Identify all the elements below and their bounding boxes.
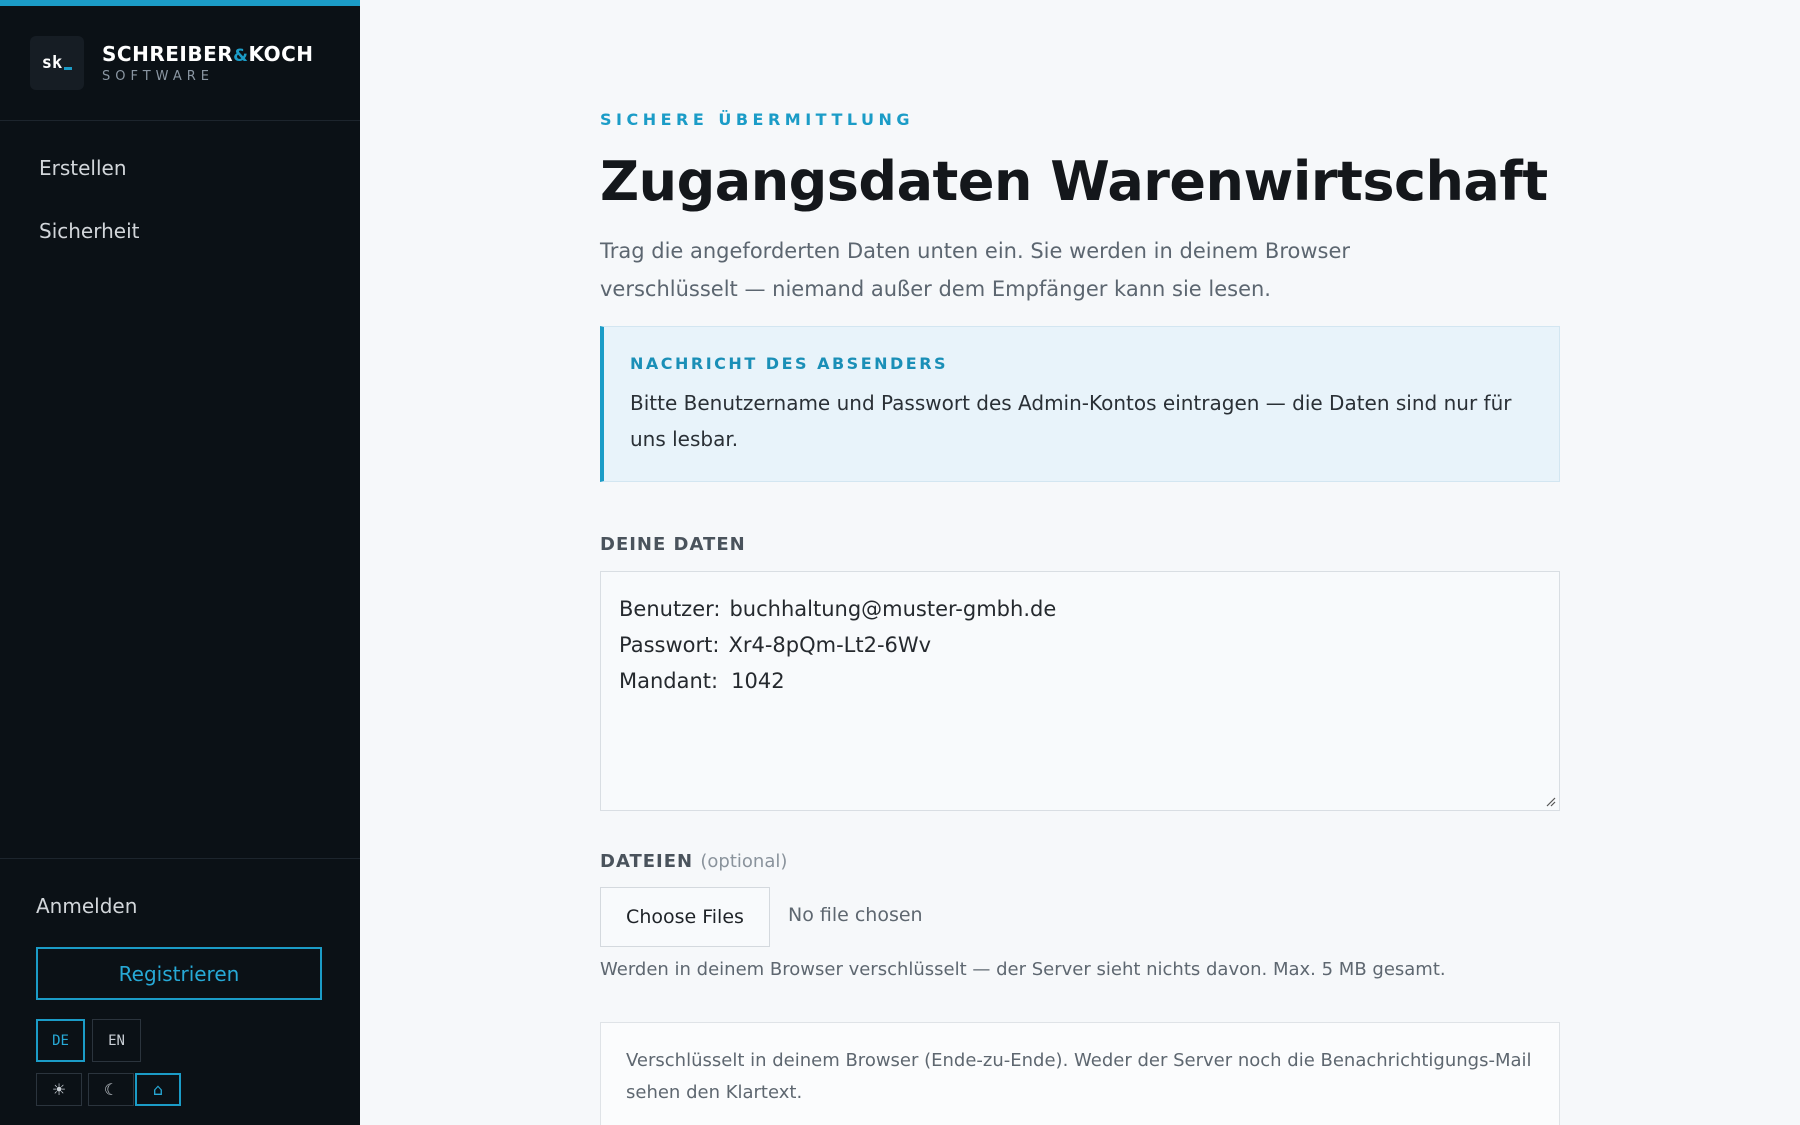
brand-text: SCHREIBER&KOCH SOFTWARE (102, 42, 314, 84)
file-hint: Werden in deinem Browser verschlüsselt —… (600, 959, 1446, 980)
page-lead: Trag die angeforderten Daten unten ein. … (600, 239, 1351, 301)
data-line: Benutzer: buchhaltung@muster-gmbh.de (619, 597, 1057, 621)
choose-files-button[interactable]: Choose Files (600, 887, 770, 947)
register-button[interactable]: Registrieren (36, 947, 322, 1000)
language-de-button[interactable]: DE (36, 1019, 85, 1062)
encryption-info-box: Verschlüsselt in deinem Browser (Ende-zu… (600, 1022, 1560, 1125)
encryption-info-text: Verschlüsselt in deinem Browser (Ende-zu… (626, 1050, 1532, 1103)
sender-message-text: Bitte Benutzername und Passwort des Admi… (630, 391, 1512, 451)
theme-dark-button[interactable]: ☾ (88, 1073, 134, 1106)
sidebar-accent-bar (0, 0, 360, 6)
sidebar-divider (0, 858, 360, 859)
brand-mark-icon: sk (30, 36, 84, 90)
sender-message-label: NACHRICHT DES ABSENDERS (630, 354, 949, 373)
data-line: Mandant: 1042 (619, 669, 785, 693)
login-link[interactable]: Anmelden (36, 894, 137, 918)
resize-handle-icon[interactable] (1544, 795, 1556, 807)
eyebrow-label: SICHERE ÜBERMITTLUNG (600, 110, 915, 129)
language-en-button[interactable]: EN (92, 1019, 141, 1062)
sidebar-item-sicherheit[interactable]: Sicherheit (39, 219, 139, 243)
sidebar: sk SCHREIBER&KOCH SOFTWARE Erstellen Sic… (0, 0, 360, 1125)
data-textarea[interactable]: Benutzer: buchhaltung@muster-gmbh.de Pass… (600, 571, 1560, 811)
sender-message-box: NACHRICHT DES ABSENDERS Bitte Benutzerna… (600, 326, 1560, 482)
data-section-label: DEINE DATEN (600, 534, 746, 555)
brand-mark-text: sk (41, 53, 63, 73)
optional-hint: (optional) (700, 851, 788, 872)
brand-logo[interactable]: sk SCHREIBER&KOCH SOFTWARE (30, 36, 314, 90)
data-line: Passwort: Xr4-8pQm-Lt2-6Wv (619, 633, 932, 657)
theme-system-button[interactable]: ⌂ (135, 1073, 181, 1106)
file-status: No file chosen (788, 904, 923, 926)
sidebar-item-erstellen[interactable]: Erstellen (39, 156, 127, 180)
theme-light-button[interactable]: ☀ (36, 1073, 82, 1106)
brand-name: SCHREIBER&KOCH (102, 42, 314, 66)
sun-icon: ☀ (51, 1080, 67, 1099)
page-title: Zugangsdaten Warenwirtschaft (600, 150, 1548, 213)
moon-icon: ☾ (103, 1080, 119, 1099)
sidebar-divider (0, 120, 360, 121)
brand-subtitle: SOFTWARE (102, 69, 214, 84)
system-theme-icon: ⌂ (152, 1080, 164, 1099)
files-section-label: DATEIEN (optional) (600, 851, 788, 872)
